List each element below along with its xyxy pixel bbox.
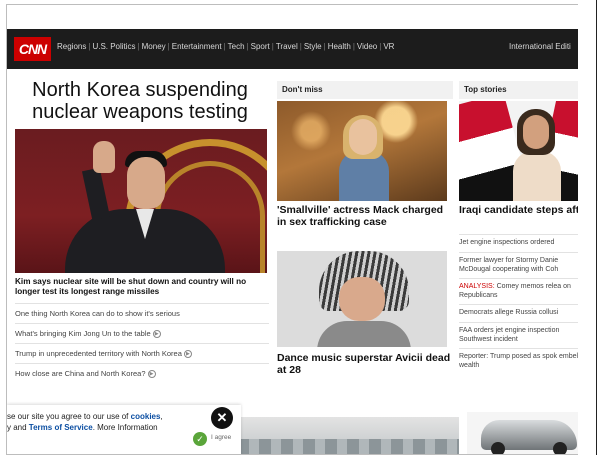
lead-headline[interactable]: North Korea suspending nuclear weapons t…	[15, 79, 265, 123]
top-stories-label: Top stories	[459, 81, 578, 99]
car-story-image[interactable]	[467, 412, 578, 454]
cookie-consent-banner: se our site you agree to our use of cook…	[7, 405, 241, 454]
checkmark-icon[interactable]: ✓	[193, 432, 207, 446]
nav-link-tech[interactable]: Tech	[228, 42, 245, 51]
related-story-link[interactable]: How close are China and North Korea? ▶	[15, 363, 269, 383]
lead-story-image[interactable]	[15, 129, 267, 273]
top-story-title[interactable]: Iraqi candidate steps after sex tape all…	[459, 204, 578, 216]
top-story-link[interactable]: Democrats allege Russia collusi	[459, 304, 578, 322]
close-icon[interactable]: ✕	[211, 407, 233, 429]
iraqi-candidate-image[interactable]	[459, 101, 578, 201]
nav-link-travel[interactable]: Travel	[276, 42, 298, 51]
play-video-icon: ▶	[147, 370, 156, 379]
top-story-link[interactable]: Former lawyer for Stormy Danie McDougal …	[459, 252, 578, 278]
play-video-icon: ▶	[152, 330, 161, 339]
browser-viewport: CNN Regions | U.S. Politics | Money | Entertai…	[6, 4, 578, 455]
nav-link-money[interactable]: Money	[142, 42, 166, 51]
nav-link-entertainment[interactable]: Entertainment	[172, 42, 222, 51]
top-story-link[interactable]: Reporter: Trump posed as spok embellish …	[459, 348, 578, 374]
related-story-link[interactable]: What's bringing Kim Jong Un to the table…	[15, 323, 269, 343]
nav-link-health[interactable]: Health	[328, 42, 351, 51]
terms-of-service-link[interactable]: Terms of Service	[29, 423, 93, 432]
section-nav-links: Regions | U.S. Politics | Money | Entertainmen…	[57, 42, 395, 51]
nav-link-style[interactable]: Style	[304, 42, 322, 51]
related-story-link[interactable]: One thing North Korea can do to show it'…	[15, 303, 269, 323]
lead-caption[interactable]: Kim says nuclear site will be shut down …	[15, 277, 269, 297]
cookie-consent-text: se our site you agree to our use of cook…	[7, 412, 163, 432]
dont-miss-story-title[interactable]: 'Smallville' actress Mack charged in sex…	[277, 204, 452, 228]
dont-miss-label: Don't miss	[277, 81, 453, 99]
smallville-story-image[interactable]	[277, 101, 447, 201]
page-edge	[578, 0, 602, 455]
nav-link-regions[interactable]: Regions	[57, 42, 86, 51]
top-navigation-bar: CNN Regions | U.S. Politics | Money | Entertai…	[7, 29, 578, 69]
top-story-link[interactable]: ANALYSIS: Comey memos relea on Republica…	[459, 278, 578, 304]
play-video-icon: ▶	[183, 350, 192, 359]
top-story-link[interactable]: FAA orders jet engine inspection Southwe…	[459, 322, 578, 348]
agree-button-label[interactable]: I agree	[211, 434, 231, 441]
nav-link-video[interactable]: Video	[357, 42, 377, 51]
nav-link-us-politics[interactable]: U.S. Politics	[92, 42, 135, 51]
edition-selector[interactable]: International Editi	[509, 42, 571, 51]
top-stories-list: Jet engine inspections ordered Former la…	[459, 234, 578, 374]
nav-link-sport[interactable]: Sport	[251, 42, 270, 51]
avicii-story-image[interactable]	[277, 251, 447, 347]
cnn-logo[interactable]: CNN	[14, 37, 51, 61]
cookies-link[interactable]: cookies	[131, 412, 161, 421]
dont-miss-story-title[interactable]: Dance music superstar Avicii dead at 28	[277, 352, 452, 376]
nav-link-vr[interactable]: VR	[383, 42, 394, 51]
aerial-story-image[interactable]	[237, 417, 459, 454]
related-story-link[interactable]: Trump in unprecedented territory with No…	[15, 343, 269, 363]
related-stories-list: One thing North Korea can do to show it'…	[15, 303, 269, 383]
top-story-link[interactable]: Jet engine inspections ordered	[459, 234, 578, 252]
